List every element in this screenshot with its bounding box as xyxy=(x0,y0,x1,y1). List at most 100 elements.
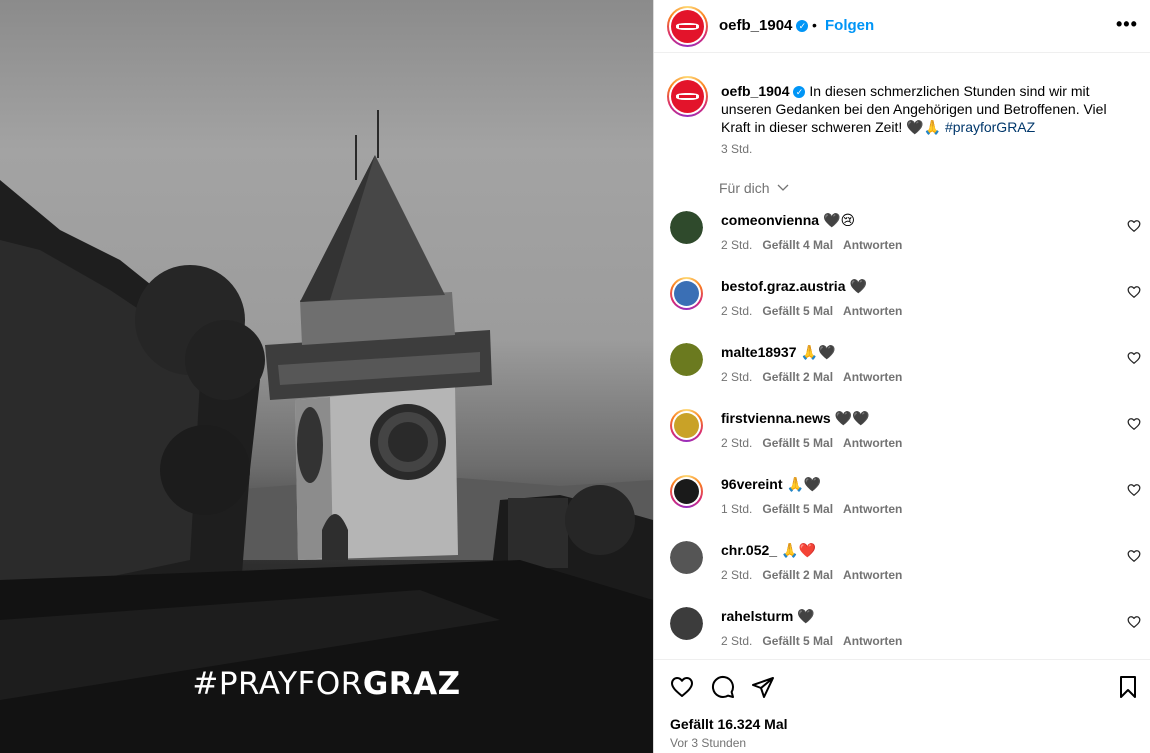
comment-emoji: 🙏🖤 xyxy=(800,344,836,360)
reply-button[interactable]: Antworten xyxy=(843,634,902,648)
verified-badge-icon: ✓ xyxy=(796,20,809,32)
comment-time[interactable]: 2 Std. xyxy=(721,568,752,582)
comment-item: comeonvienna 🖤😢 2 Std. Gefällt 4 Mal Antwort… xyxy=(654,205,1150,271)
commenter-avatar[interactable] xyxy=(670,277,703,310)
commenter-avatar[interactable] xyxy=(670,475,703,508)
comment-like-heart-icon[interactable] xyxy=(1127,615,1141,629)
more-options-icon[interactable]: ••• xyxy=(1116,14,1138,35)
commenter-avatar-image xyxy=(670,541,703,574)
caption-username[interactable]: oefb_1904 xyxy=(721,83,789,99)
like-count[interactable]: Gefällt 16.324 Mal xyxy=(670,716,788,732)
comment-like-count[interactable]: Gefällt 4 Mal xyxy=(762,238,833,252)
commenter-username[interactable]: rahelsturm xyxy=(721,608,793,624)
caption-time[interactable]: 3 Std. xyxy=(721,142,752,156)
comment-bubble-icon[interactable] xyxy=(711,675,735,699)
comment-meta: 1 Std. Gefällt 5 Mal Antworten xyxy=(721,502,912,516)
comment-meta: 2 Std. Gefällt 5 Mal Antworten xyxy=(721,436,912,450)
comment-emoji: 🙏🖤 xyxy=(786,476,822,492)
post-age[interactable]: Vor 3 Stunden xyxy=(670,736,746,750)
comment-item: firstvienna.news 🖤🖤 2 Std. Gefällt 5 Mal Ant… xyxy=(654,403,1150,469)
comment-time[interactable]: 2 Std. xyxy=(721,634,752,648)
comment-like-count[interactable]: Gefällt 2 Mal xyxy=(762,370,833,384)
like-heart-icon[interactable] xyxy=(670,675,694,699)
post-side-panel: oefb_1904 ✓ • Folgen ••• oefb_1904 ✓ In di… xyxy=(653,0,1150,753)
pray-for-graz-caption: #PRAYFORGRAZ xyxy=(0,666,653,702)
comment-time[interactable]: 1 Std. xyxy=(721,502,752,516)
commenter-avatar-image xyxy=(670,607,703,640)
post-image[interactable]: #PRAYFORGRAZ xyxy=(0,0,653,753)
comment-text: bestof.graz.austria 🖤 xyxy=(721,278,867,295)
caption-text: oefb_1904 ✓ In diesen schmerzlichen Stund… xyxy=(721,82,1131,136)
comment-like-count[interactable]: Gefällt 5 Mal xyxy=(762,634,833,648)
comment-text: firstvienna.news 🖤🖤 xyxy=(721,410,870,427)
share-send-icon[interactable] xyxy=(751,675,775,699)
comment-like-heart-icon[interactable] xyxy=(1127,219,1141,233)
post-actions-bar: Gefällt 16.324 Mal Vor 3 Stunden xyxy=(654,659,1150,753)
reply-button[interactable]: Antworten xyxy=(843,370,902,384)
chevron-down-icon xyxy=(778,184,789,191)
comment-like-heart-icon[interactable] xyxy=(1127,483,1141,497)
verified-badge-icon: ✓ xyxy=(793,86,806,98)
comment-text: chr.052_ 🙏❤️ xyxy=(721,542,816,559)
commenter-username[interactable]: firstvienna.news xyxy=(721,410,831,426)
commenter-username[interactable]: comeonvienna xyxy=(721,212,819,228)
commenter-avatar[interactable] xyxy=(670,343,703,376)
oefb-logo-icon xyxy=(671,10,704,43)
comment-meta: 2 Std. Gefällt 5 Mal Antworten xyxy=(721,634,912,648)
commenter-username[interactable]: bestof.graz.austria xyxy=(721,278,845,294)
hashtag-link[interactable]: #prayforGRAZ xyxy=(945,119,1035,135)
commenter-avatar[interactable] xyxy=(670,211,703,244)
comment-meta: 2 Std. Gefällt 2 Mal Antworten xyxy=(721,370,912,384)
comment-time[interactable]: 2 Std. xyxy=(721,370,752,384)
follow-button[interactable]: Folgen xyxy=(825,17,874,34)
reply-button[interactable]: Antworten xyxy=(843,436,902,450)
reply-button[interactable]: Antworten xyxy=(843,568,902,582)
comment-text: comeonvienna 🖤😢 xyxy=(721,212,855,229)
commenter-username[interactable]: malte18937 xyxy=(721,344,797,360)
comment-like-count[interactable]: Gefällt 5 Mal xyxy=(762,436,833,450)
comment-like-heart-icon[interactable] xyxy=(1127,417,1141,431)
commenter-avatar[interactable] xyxy=(670,409,703,442)
comment-like-heart-icon[interactable] xyxy=(1127,351,1141,365)
comment-item: malte18937 🙏🖤 2 Std. Gefällt 2 Mal Antworten xyxy=(654,337,1150,403)
comment-filter-label: Für dich xyxy=(719,180,770,196)
commenter-username[interactable]: chr.052_ xyxy=(721,542,777,558)
author-avatar[interactable] xyxy=(667,6,708,47)
author-username[interactable]: oefb_1904 ✓ xyxy=(719,17,809,34)
comment-text: 96vereint 🙏🖤 xyxy=(721,476,821,493)
comment-emoji: 🖤 xyxy=(849,278,867,294)
separator-dot: • xyxy=(812,17,817,33)
comment-like-count[interactable]: Gefällt 5 Mal xyxy=(762,502,833,516)
comment-like-count[interactable]: Gefällt 2 Mal xyxy=(762,568,833,582)
bookmark-save-icon[interactable] xyxy=(1116,675,1140,699)
comment-emoji: 🖤 xyxy=(797,608,815,624)
comment-meta: 2 Std. Gefällt 2 Mal Antworten xyxy=(721,568,912,582)
comment-text: rahelsturm 🖤 xyxy=(721,608,815,625)
comment-item: bestof.graz.austria 🖤 2 Std. Gefällt 5 Mal A… xyxy=(654,271,1150,337)
reply-button[interactable]: Antworten xyxy=(843,238,902,252)
clock-tower-illustration xyxy=(0,110,653,753)
reply-button[interactable]: Antworten xyxy=(843,502,902,516)
comment-emoji: 🖤🖤 xyxy=(834,410,870,426)
comment-item: 96vereint 🙏🖤 1 Std. Gefällt 5 Mal Antworten xyxy=(654,469,1150,535)
oefb-logo-icon xyxy=(671,80,704,113)
comment-time[interactable]: 2 Std. xyxy=(721,436,752,450)
comment-meta: 2 Std. Gefällt 4 Mal Antworten xyxy=(721,238,912,252)
comment-text: malte18937 🙏🖤 xyxy=(721,344,835,361)
commenter-avatar-image xyxy=(670,343,703,376)
reply-button[interactable]: Antworten xyxy=(843,304,902,318)
comment-emoji: 🙏❤️ xyxy=(781,542,816,558)
commenter-username[interactable]: 96vereint xyxy=(721,476,782,492)
post-header: oefb_1904 ✓ • Folgen ••• xyxy=(654,0,1150,53)
commenter-avatar[interactable] xyxy=(670,607,703,640)
comment-filter-dropdown[interactable]: Für dich xyxy=(719,180,789,196)
comment-like-count[interactable]: Gefällt 5 Mal xyxy=(762,304,833,318)
caption-bold-part: GRAZ xyxy=(362,666,461,702)
comment-item: chr.052_ 🙏❤️ 2 Std. Gefällt 2 Mal Antworten xyxy=(654,535,1150,601)
comment-like-heart-icon[interactable] xyxy=(1127,285,1141,299)
comment-time[interactable]: 2 Std. xyxy=(721,304,752,318)
comment-time[interactable]: 2 Std. xyxy=(721,238,752,252)
commenter-avatar[interactable] xyxy=(670,541,703,574)
caption-author-avatar[interactable] xyxy=(667,76,708,117)
comment-like-heart-icon[interactable] xyxy=(1127,549,1141,563)
